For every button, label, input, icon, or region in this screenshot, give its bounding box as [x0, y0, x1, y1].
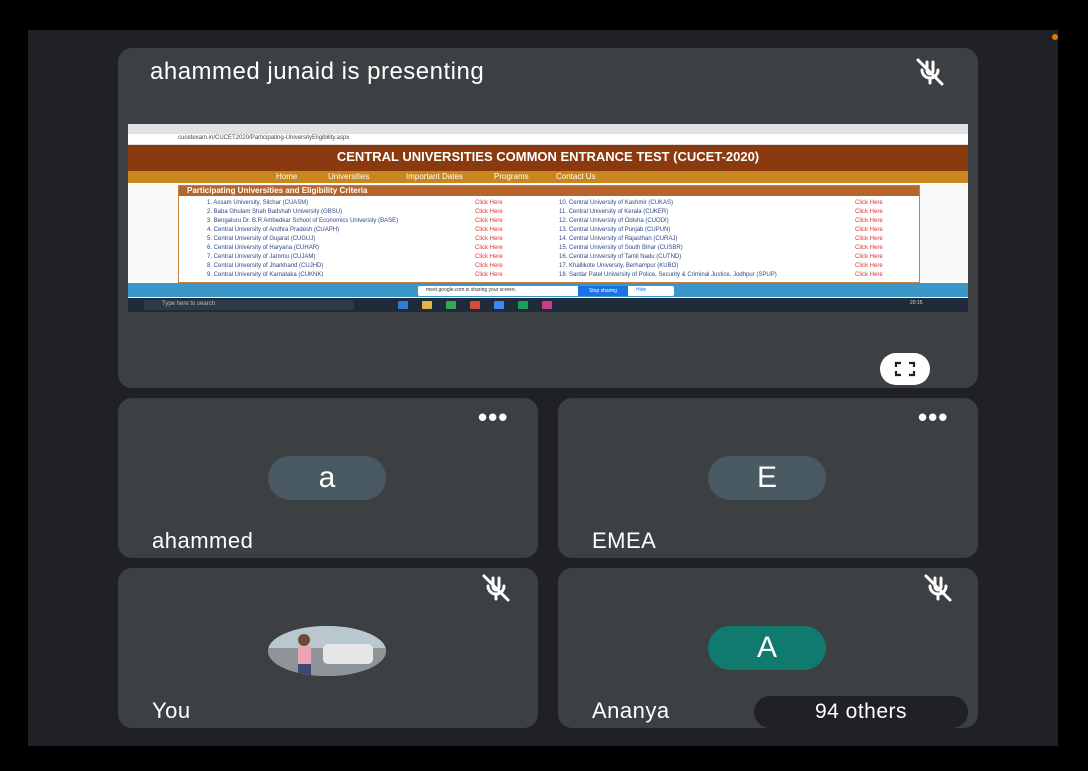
click-here-link: Click Here — [855, 236, 883, 242]
taskbar-search-text: Type here to search — [162, 301, 216, 307]
windows-taskbar: Type here to search 20:15 — [128, 298, 968, 312]
click-here-link: Click Here — [475, 272, 503, 278]
nav-item: Contact Us — [556, 172, 596, 181]
university-item: 18. Sardar Patel University of Police, S… — [559, 272, 777, 278]
taskbar-app-icon — [422, 301, 432, 309]
university-item: 9. Central University of Karnataka (CUKN… — [207, 272, 324, 278]
taskbar-app-icon — [470, 301, 480, 309]
click-here-link: Click Here — [855, 218, 883, 224]
site-body: Participating Universities and Eligibili… — [128, 183, 968, 283]
taskbar-clock: 20:15 — [910, 300, 923, 306]
click-here-link: Click Here — [475, 263, 503, 269]
nav-item: Programs — [494, 172, 529, 181]
stop-sharing-button: Stop sharing — [578, 286, 628, 296]
click-here-link: Click Here — [855, 272, 883, 278]
university-item: 5. Central University of Gujarat (CUGUJ) — [207, 236, 316, 242]
avatar-initial: a — [318, 461, 336, 494]
address-text: cucetexam.in/CUCET2020/Participating-Uni… — [178, 135, 350, 141]
presentation-tile[interactable]: ahammed junaid is presenting cucetexam.i… — [118, 48, 978, 388]
panel-header: Participating Universities and Eligibili… — [179, 186, 919, 196]
profile-photo — [268, 626, 386, 676]
university-item: 11. Central University of Kerala (CUKER) — [559, 209, 669, 215]
university-item: 7. Central University of Jammu (CUJAM) — [207, 254, 316, 260]
university-item: 14. Central University of Rajasthan (CUR… — [559, 236, 678, 242]
university-item: 13. Central University of Punjab (CUPUN) — [559, 227, 671, 233]
click-here-link: Click Here — [475, 245, 503, 251]
hide-button: Hide — [636, 287, 647, 293]
more-options-icon[interactable]: ••• — [918, 404, 948, 430]
taskbar-app-icon — [518, 301, 528, 309]
nav-item: Universities — [328, 172, 370, 181]
browser-tab-strip — [128, 124, 968, 134]
click-here-link: Click Here — [475, 227, 503, 233]
taskbar-app-icon — [446, 301, 456, 309]
taskbar-search: Type here to search — [144, 300, 354, 310]
participant-name: Ananya — [592, 698, 670, 723]
universities-panel: Participating Universities and Eligibili… — [178, 185, 920, 283]
mic-off-icon — [482, 574, 510, 602]
mic-off-icon — [924, 574, 952, 602]
university-item: 12. Central University of Odisha (CUODI) — [559, 218, 669, 224]
university-item: 4. Central University of Andhra Pradesh … — [207, 227, 340, 233]
university-item: 3. Bengaluru Dr. B.R Ambedkar School of … — [207, 218, 399, 224]
university-item: 1. Assam University, Silchar (CUASM) — [207, 200, 309, 206]
click-here-link: Click Here — [475, 254, 503, 260]
university-item: 10. Central University of Kashmir (CUKAS… — [559, 200, 674, 206]
shared-screen: cucetexam.in/CUCET2020/Participating-Uni… — [128, 124, 968, 312]
site-title: CENTRAL UNIVERSITIES COMMON ENTRANCE TES… — [336, 149, 760, 164]
presenter-banner: ahammed junaid is presenting — [150, 58, 485, 85]
avatar: A — [708, 626, 826, 670]
avatar: a — [268, 456, 386, 500]
university-item: 16. Central University of Tamil Nadu (CU… — [559, 254, 682, 260]
taskbar-app-icon — [398, 301, 408, 309]
taskbar-app-icon — [494, 301, 504, 309]
participant-name: ahammed — [152, 528, 254, 553]
nav-item: Important Dates — [406, 172, 463, 181]
more-options-icon[interactable]: ••• — [478, 404, 508, 430]
participant-tile-emea[interactable]: ••• E EMEA — [558, 398, 978, 558]
avatar: E — [708, 456, 826, 500]
click-here-link: Click Here — [855, 200, 883, 206]
click-here-link: Click Here — [475, 236, 503, 242]
others-count-button[interactable]: 94 others — [754, 696, 968, 728]
nav-item: Home — [276, 172, 298, 181]
notification-dot — [1052, 34, 1058, 40]
taskbar-app-icon — [542, 301, 552, 309]
fullscreen-icon — [894, 361, 916, 377]
fullscreen-button[interactable] — [880, 353, 930, 385]
university-item: 17. Khallikote University, Berhampur (KU… — [559, 263, 679, 269]
avatar-initial: E — [756, 461, 777, 494]
university-item: 6. Central University of Haryana (CUHAR) — [207, 245, 320, 251]
panel-title: Participating Universities and Eligibili… — [187, 186, 368, 195]
avatar-initial: A — [756, 631, 777, 664]
click-here-link: Click Here — [475, 218, 503, 224]
participant-tile-ahammed[interactable]: ••• a ahammed — [118, 398, 538, 558]
participant-name: EMEA — [592, 528, 657, 553]
click-here-link: Click Here — [855, 209, 883, 215]
screen-share-notice: meet.google.com is sharing your screen. … — [418, 286, 674, 296]
participant-name: You — [152, 698, 191, 723]
click-here-link: Click Here — [475, 209, 503, 215]
mic-off-icon — [916, 58, 944, 86]
university-item: 15. Central University of South Bihar (C… — [559, 245, 683, 251]
click-here-link: Click Here — [855, 245, 883, 251]
university-item: 8. Central University of Jharkhand (CUJH… — [207, 263, 324, 269]
browser-address-bar: cucetexam.in/CUCET2020/Participating-Uni… — [128, 134, 968, 145]
participant-tile-ananya[interactable]: A Ananya 94 others — [558, 568, 978, 728]
click-here-link: Click Here — [855, 227, 883, 233]
share-notice-text: meet.google.com is sharing your screen. — [426, 287, 517, 293]
click-here-link: Click Here — [855, 254, 883, 260]
click-here-link: Click Here — [475, 200, 503, 206]
site-nav: Home Universities Important Dates Progra… — [128, 171, 968, 183]
site-header: CENTRAL UNIVERSITIES COMMON ENTRANCE TES… — [128, 145, 968, 171]
university-item: 2. Baba Ghulam Shah Badshah University (… — [207, 209, 343, 215]
click-here-link: Click Here — [855, 263, 883, 269]
participant-tile-you[interactable]: You — [118, 568, 538, 728]
